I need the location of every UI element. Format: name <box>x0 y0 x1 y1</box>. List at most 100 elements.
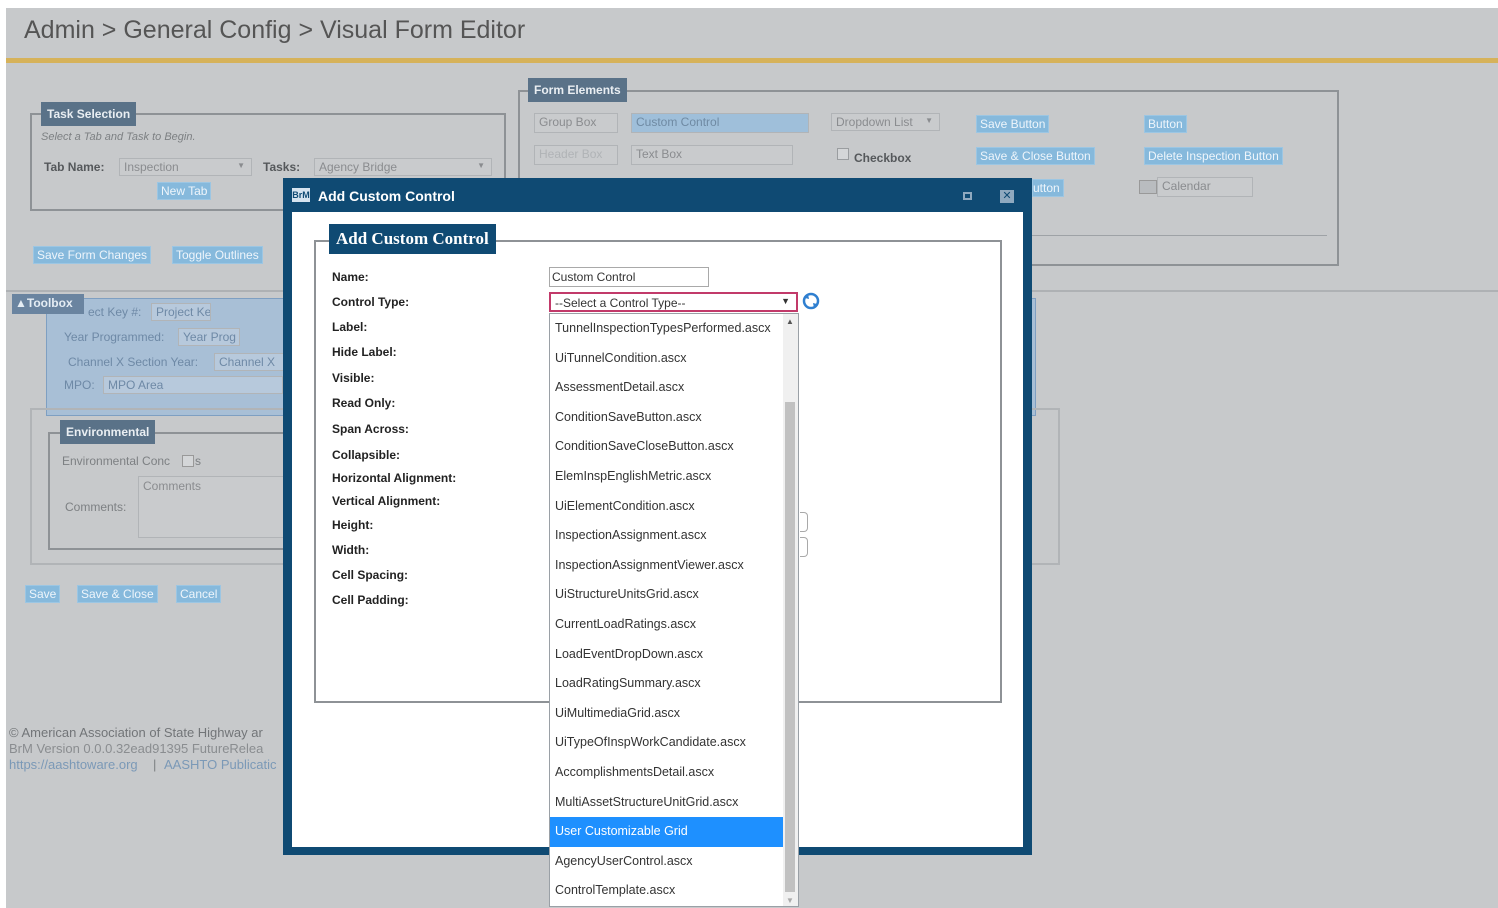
close-icon[interactable]: ✕ <box>1000 190 1014 203</box>
environmental-legend: Environmental <box>60 420 156 444</box>
dropdown-option[interactable]: UiMultimediaGrid.ascx <box>550 699 783 729</box>
tasks-label: Tasks: <box>263 160 301 174</box>
read-only-label: Read Only: <box>332 396 396 410</box>
control-type-dropdown-list[interactable]: TunnelInspectionTypesPerformed.ascx UiTun… <box>549 313 799 907</box>
chevron-down-icon: ▼ <box>781 296 790 306</box>
toggle-outlines-button[interactable]: Toggle Outlines <box>172 246 263 264</box>
dropdown-option[interactable]: AccomplishmentsDetail.ascx <box>550 758 783 788</box>
mpo-label: MPO: <box>64 378 95 392</box>
task-selection-hint: Select a Tab and Task to Begin. <box>41 131 196 143</box>
dropdown-option[interactable]: UiTunnelCondition.ascx <box>550 344 783 374</box>
dropdown-option[interactable]: UiTypeOfInspWorkCandidate.ascx <box>550 728 783 758</box>
environmental-checkbox[interactable] <box>182 455 194 467</box>
tab-name-select[interactable]: Inspection ▼ <box>119 158 252 176</box>
control-type-select[interactable]: --Select a Control Type-- ▼ <box>549 292 798 312</box>
calendar-element[interactable]: Calendar <box>1157 177 1253 197</box>
dropdown-option[interactable]: LoadRatingSummary.ascx <box>550 669 783 699</box>
collapsible-label: Collapsible: <box>332 448 401 462</box>
footer-separator: | <box>153 757 157 772</box>
dropdown-scrollbar[interactable]: ▲ ▼ <box>783 314 798 906</box>
dropdown-option[interactable]: LoadEventDropDown.ascx <box>550 640 783 670</box>
span-across-label: Span Across: <box>332 422 409 436</box>
maximize-icon[interactable] <box>963 192 972 200</box>
save-close-button[interactable]: Save & Close <box>77 585 158 603</box>
name-label: Name: <box>332 270 369 284</box>
chevron-down-icon: ▼ <box>925 116 933 125</box>
button-element[interactable]: Button <box>1144 115 1187 133</box>
dropdown-list-element[interactable]: Dropdown List ▼ <box>831 113 940 131</box>
dropdown-option[interactable]: CurrentLoadRatings.ascx <box>550 610 783 640</box>
title-divider <box>6 58 1498 63</box>
checkbox-element-label: Checkbox <box>854 151 912 165</box>
cancel-button[interactable]: Cancel <box>176 585 222 603</box>
dropdown-option[interactable]: UiElementCondition.ascx <box>550 492 783 522</box>
footer-link-publications[interactable]: AASHTO Publicatic <box>164 757 276 772</box>
tasks-value: Agency Bridge <box>319 160 398 174</box>
label-label: Label: <box>332 320 368 334</box>
dropdown-option[interactable]: ElemInspEnglishMetric.ascx <box>550 462 783 492</box>
footer-link-aashtoware[interactable]: https://aashtoware.org <box>9 757 138 772</box>
scroll-up-icon[interactable]: ▲ <box>786 317 794 326</box>
project-key-field[interactable]: Project Ke <box>151 303 211 321</box>
width-label: Width: <box>332 543 370 557</box>
custom-control-element[interactable]: Custom Control <box>631 113 809 133</box>
height-label: Height: <box>332 518 374 532</box>
comments-label: Comments: <box>65 500 127 514</box>
dropdown-option[interactable]: AgencyUserControl.ascx <box>550 847 783 877</box>
dropdown-option[interactable]: ConditionSaveCloseButton.ascx <box>550 432 783 462</box>
environmental-concerns-label: Environmental Conc <box>62 454 171 468</box>
scrollbar-thumb[interactable] <box>785 402 795 892</box>
footer-copyright: © American Association of State Highway … <box>9 725 263 740</box>
calendar-icon <box>1139 180 1157 194</box>
cell-spacing-label: Cell Spacing: <box>332 568 409 582</box>
dropdown-option[interactable]: MultiAssetStructureUnitGrid.ascx <box>550 788 783 818</box>
form-elements-divider <box>1032 235 1327 236</box>
name-input[interactable]: Custom Control <box>549 267 709 287</box>
save-button[interactable]: Save <box>25 585 61 603</box>
text-box-element[interactable]: Text Box <box>631 145 793 165</box>
dropdown-option[interactable]: ControlTemplate.ascx <box>550 876 783 906</box>
page-title: Admin > General Config > Visual Form Edi… <box>24 16 526 44</box>
dropdown-option[interactable]: InspectionAssignment.ascx <box>550 521 783 551</box>
toolbox-toggle[interactable]: ▲Toolbox <box>12 294 84 314</box>
channel-section-year-label: Channel X Section Year: <box>68 355 199 369</box>
year-programmed-label: Year Programmed: <box>64 330 165 344</box>
delete-inspection-button-element[interactable]: Delete Inspection Button <box>1144 147 1283 165</box>
partial-button-element[interactable]: utton <box>1032 179 1064 197</box>
checkbox-icon[interactable] <box>837 148 849 160</box>
height-input-edge[interactable] <box>800 512 808 532</box>
comments-textarea[interactable]: Comments <box>138 476 286 538</box>
new-tab-button[interactable]: New Tab <box>157 182 212 200</box>
group-box-element[interactable]: Group Box <box>534 113 618 133</box>
save-close-button-element[interactable]: Save & Close Button <box>976 147 1095 165</box>
footer-version: BrM Version 0.0.0.32ead91395 FutureRelea <box>9 741 264 756</box>
header-box-element[interactable]: Header Box <box>534 145 618 165</box>
cell-padding-label: Cell Padding: <box>332 593 409 607</box>
width-input-edge[interactable] <box>800 537 808 557</box>
tab-name-value: Inspection <box>124 160 179 174</box>
save-form-changes-button[interactable]: Save Form Changes <box>33 246 152 264</box>
dropdown-option[interactable]: User Customizable Grid <box>550 817 783 847</box>
tasks-select[interactable]: Agency Bridge ▼ <box>314 158 492 176</box>
dropdown-list-label: Dropdown List <box>836 115 913 129</box>
chevron-down-icon: ▼ <box>237 161 245 170</box>
dropdown-option[interactable]: UiStructureUnitsGrid.ascx <box>550 580 783 610</box>
control-type-label: Control Type: <box>332 295 410 309</box>
dialog-title: Add Custom Control <box>318 188 455 204</box>
scroll-down-icon[interactable]: ▼ <box>786 896 794 905</box>
mpo-field[interactable]: MPO Area <box>103 376 283 394</box>
dropdown-option[interactable]: InspectionAssignmentViewer.ascx <box>550 551 783 581</box>
refresh-icon[interactable] <box>802 292 820 310</box>
save-button-element[interactable]: Save Button <box>976 115 1050 133</box>
channel-section-year-field[interactable]: Channel X <box>214 353 284 371</box>
dropdown-option[interactable]: ConditionSaveButton.ascx <box>550 403 783 433</box>
year-programmed-field[interactable]: Year Prog <box>178 328 240 346</box>
section-title: Add Custom Control <box>329 224 496 254</box>
dropdown-option[interactable]: TunnelInspectionTypesPerformed.ascx <box>550 314 783 344</box>
hide-label-label: Hide Label: <box>332 345 397 359</box>
form-elements-legend: Form Elements <box>528 78 627 102</box>
task-selection-legend: Task Selection <box>41 102 137 126</box>
dropdown-option[interactable]: AssessmentDetail.ascx <box>550 373 783 403</box>
control-type-value: --Select a Control Type-- <box>555 296 686 310</box>
environmental-concerns-suffix: s <box>195 454 201 468</box>
